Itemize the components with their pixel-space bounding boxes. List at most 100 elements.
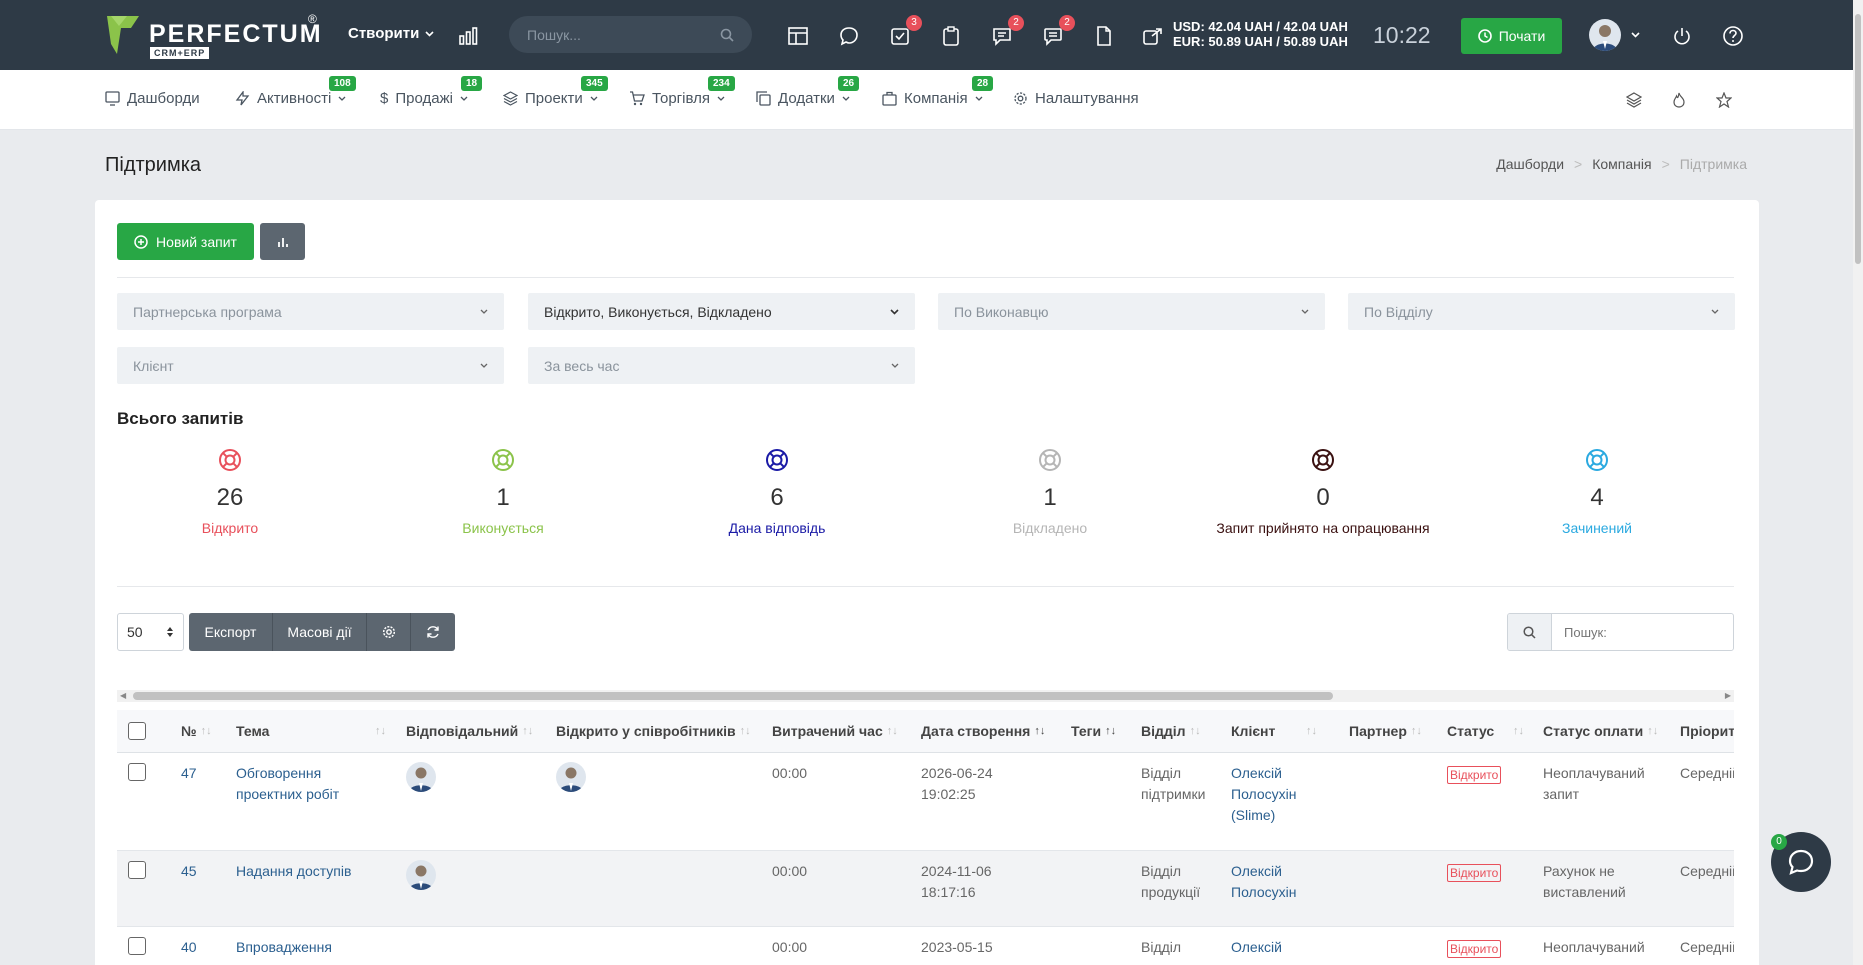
logo-subtitle: CRM+ERP [150,47,210,59]
nav-sales[interactable]: $ Продажі 18 [380,76,483,107]
breadcrumb-company[interactable]: Компанія [1592,156,1651,172]
client-link[interactable]: Олексій Полосухін (Slime) [1231,763,1297,826]
help-icon[interactable] [1721,24,1745,48]
search-icon[interactable] [1508,614,1552,650]
stat-item[interactable]: 0 Запит прийнято на опрацювання [1188,448,1458,536]
fire-icon[interactable] [1669,90,1689,110]
nav-trade[interactable]: Торгівля 234 [629,76,735,107]
filter-department[interactable]: По Відділу [1348,293,1735,330]
filter-client[interactable]: Клієнт [117,347,504,384]
vertical-scrollbar[interactable] [1853,0,1863,965]
column-header-time-spent[interactable]: Витрачений час ↑↓ [772,721,898,742]
request-id[interactable]: 40 [181,937,197,958]
star-icon[interactable] [1714,90,1734,110]
stat-item[interactable]: 6 Дана відповідь [642,448,912,536]
per-page-select[interactable]: 50 [117,613,184,651]
request-id[interactable]: 47 [181,763,197,784]
nav-dashboards[interactable]: Дашборди [105,90,200,107]
global-search[interactable] [509,16,752,53]
filter-status[interactable]: Відкрито, Виконується, Відкладено [528,293,915,330]
nav-badge: 345 [581,76,608,91]
power-icon[interactable] [1670,24,1694,48]
layers-icon[interactable] [1624,90,1644,110]
tasks-icon[interactable]: 3 [888,15,922,48]
table-row[interactable]: 40 Впровадження 00:00 2023-05-15 Відділ Олекс… [117,927,1734,965]
support-chat-button[interactable]: 0 [1771,832,1831,892]
client-link[interactable]: Олексій Полосухін [1231,861,1297,903]
exchange-icon[interactable] [1141,24,1165,48]
request-topic[interactable]: Надання доступів [236,861,351,882]
global-search-input[interactable] [527,26,707,43]
column-header-responsible[interactable]: Відповідальний ↑↓ [406,721,533,742]
bulk-actions-button[interactable]: Масові дії [273,613,367,651]
scrollbar-thumb[interactable] [1855,14,1861,264]
nav-projects[interactable]: Проекти 345 [503,76,608,107]
breadcrumb-dashboards[interactable]: Дашборди [1496,156,1564,172]
nav-company[interactable]: Компанія 28 [882,76,994,107]
search-icon[interactable] [720,28,734,42]
stat-item[interactable]: 4 Зачинений [1462,448,1732,536]
board-icon[interactable] [786,24,810,48]
comment-icon[interactable] [837,24,861,48]
row-checkbox[interactable] [128,763,146,781]
column-header-topic[interactable]: Тема ↑↓ [236,721,386,742]
nav-settings[interactable]: Налаштування [1013,90,1139,107]
request-id[interactable]: 45 [181,861,197,882]
document-icon[interactable] [1092,24,1116,48]
column-header-tags[interactable]: Теги ↑↓ [1071,721,1116,742]
scroll-right-arrow-icon[interactable]: ▶ [1725,691,1731,700]
status-badge: Відкрито [1447,864,1502,882]
create-menu[interactable]: Створити [348,25,434,42]
column-header-payment-status[interactable]: Статус оплати ↑↓ [1543,721,1658,742]
refresh-button[interactable] [411,613,455,651]
usd-rate: USD: 42.04 UAH / 42.04 UAH [1173,19,1348,34]
column-settings-button[interactable] [367,613,411,651]
column-header-opened-by[interactable]: Відкрито у співробітників ↑↓ [556,721,751,742]
column-header-client[interactable]: Клієнт ↑↓ [1231,721,1317,742]
stat-item[interactable]: 1 Виконується [368,448,638,536]
request-topic[interactable]: Обговорення проектних робіт [236,763,339,805]
row-checkbox[interactable] [128,861,146,879]
column-header-department[interactable]: Відділ ↑↓ [1141,721,1201,742]
avatar[interactable] [406,860,436,890]
responsible [406,860,436,896]
export-button[interactable]: Експорт [189,613,273,651]
logo[interactable]: PERFECTUM ® CRM+ERP [105,12,325,60]
column-header-status[interactable]: Статус ↑↓ [1447,721,1524,742]
chat-icon[interactable]: 2 [990,15,1024,48]
table-row[interactable]: 47 Обговорення проектних робіт 00:00 2026-06… [117,753,1734,851]
user-menu[interactable] [1589,19,1640,51]
stat-item[interactable]: 1 Відкладено [915,448,1185,536]
start-timer-button[interactable]: Почати [1461,18,1562,54]
filter-partner-program[interactable]: Партнерська програма [117,293,504,330]
table-search-input[interactable] [1552,614,1732,650]
clipboard-icon[interactable] [939,24,963,48]
request-topic[interactable]: Впровадження [236,937,332,958]
filter-executor[interactable]: По Виконавцю [938,293,1325,330]
scroll-left-arrow-icon[interactable]: ◀ [120,691,126,700]
row-checkbox[interactable] [128,937,146,955]
stats-icon[interactable] [456,24,480,48]
chart-button[interactable] [260,223,305,260]
status-badge: Відкрито [1447,940,1502,958]
client-link[interactable]: Олексій [1231,937,1282,958]
horizontal-scrollbar[interactable]: ◀ ▶ [117,690,1734,702]
nav-addons[interactable]: Додатки 26 [756,76,860,107]
nav-activities[interactable]: Активності 108 [235,76,356,107]
column-header-created-date[interactable]: Дата створення ↑↓ [921,721,1045,742]
table-row[interactable]: 45 Надання доступів 00:00 2024-11-06 18:17:1… [117,851,1734,927]
avatar[interactable] [556,762,586,792]
select-all-checkbox[interactable] [128,722,146,740]
nav-label: Торгівля [652,90,710,107]
scrollbar-thumb[interactable] [133,692,1333,700]
filter-period[interactable]: За весь час [528,347,915,384]
column-header-number[interactable]: № ↑↓ [181,721,212,742]
plus-circle-icon [134,234,148,249]
avatar[interactable] [406,762,436,792]
messages-icon[interactable]: 2 [1041,15,1075,48]
column-header-priority[interactable]: Пріорите [1680,721,1734,742]
column-header-partner[interactable]: Партнер ↑↓ [1349,721,1422,742]
new-request-button[interactable]: Новий запит [117,223,254,260]
lifebuoy-icon [1462,448,1732,474]
stat-item[interactable]: 26 Відкрито [95,448,365,536]
